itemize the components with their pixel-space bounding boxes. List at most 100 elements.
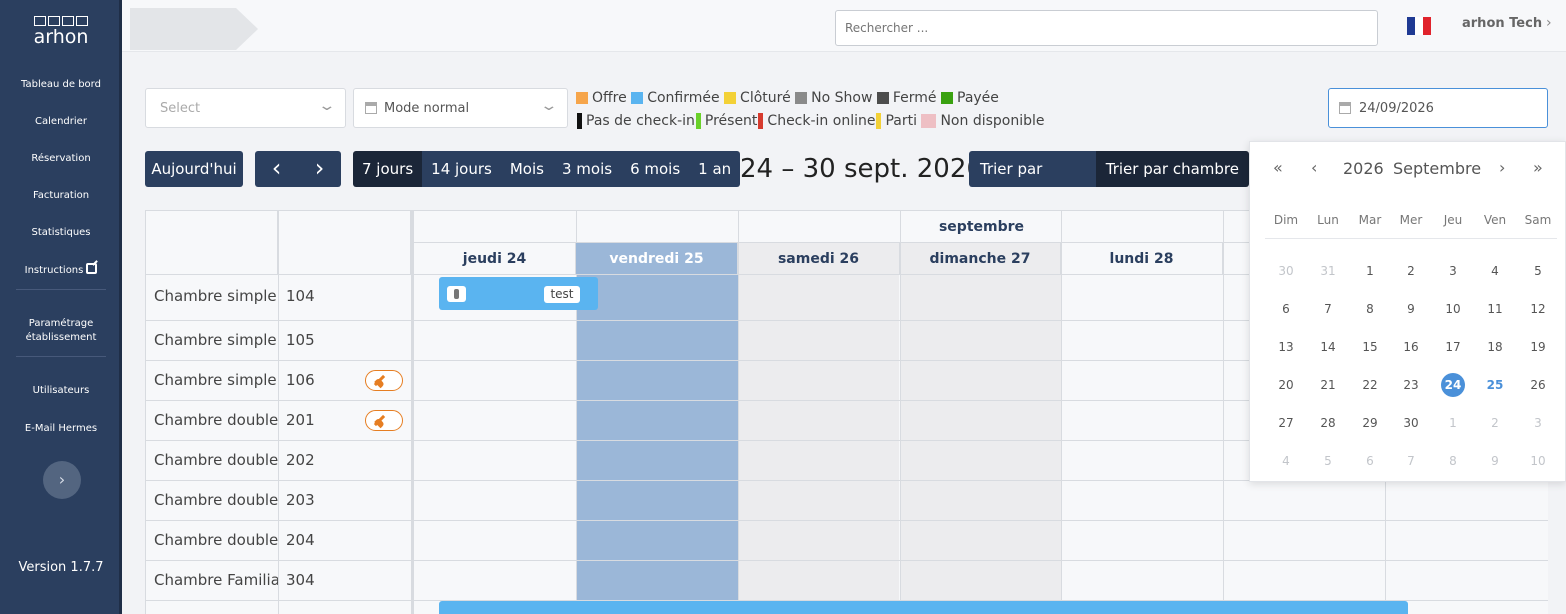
mode-select[interactable]: Mode normal ⌄ [353,88,568,128]
cleaning-broom-icon[interactable] [365,410,403,431]
chevron-down-icon: ⌄ [539,98,559,114]
sidebar-item-calendrier[interactable]: Calendrier [0,115,122,129]
datepicker-day[interactable]: 18 [1483,335,1507,359]
legend-label: Parti [885,113,917,129]
datepicker-day[interactable]: 2 [1483,411,1507,435]
datepicker-day[interactable]: 10 [1526,449,1550,473]
datepicker-year[interactable]: 2026 [1343,159,1384,178]
next-year-button[interactable]: » [1533,158,1543,177]
datepicker-day[interactable]: 3 [1441,259,1465,283]
datepicker-day[interactable]: 5 [1316,449,1340,473]
table-row[interactable]: Chambre double 203 [146,481,1548,521]
table-row[interactable]: Chambre double 204 [146,521,1548,561]
legend-label: Fermé [892,90,937,106]
confirmee-swatch-icon [631,92,644,104]
datepicker-day[interactable]: 30 [1399,411,1423,435]
datepicker-day[interactable]: 4 [1274,449,1298,473]
datepicker-day[interactable]: 17 [1441,335,1465,359]
period-1-an[interactable]: 1 an [689,151,741,187]
datepicker-day[interactable]: 30 [1274,259,1298,283]
period-3-mois[interactable]: 3 mois [552,151,622,187]
cleaning-broom-icon[interactable] [365,370,403,391]
datepicker-day[interactable]: 14 [1316,335,1340,359]
datepicker-day[interactable]: 7 [1399,449,1423,473]
datepicker-day[interactable]: 1 [1358,259,1382,283]
booking-bar[interactable] [439,601,1408,614]
datepicker-day[interactable]: 23 [1399,373,1423,397]
datepicker-day[interactable]: 7 [1316,297,1340,321]
datepicker-day[interactable]: 15 [1358,335,1382,359]
datepicker-day[interactable]: 25 [1483,373,1507,397]
day-header-today: vendredi 25 [576,243,738,275]
datepicker-day[interactable]: 24 [1441,373,1465,397]
datepicker-day[interactable]: 16 [1399,335,1423,359]
period-14-jours[interactable]: 14 jours [422,151,501,187]
datepicker-day[interactable]: 19 [1526,335,1550,359]
chevron-right-icon[interactable]: › [1546,15,1552,31]
datepicker-day[interactable]: 9 [1399,297,1423,321]
sidebar-expand-button[interactable]: › [43,461,81,499]
legend-label: Présent [704,113,758,129]
datepicker-day[interactable]: 13 [1274,335,1298,359]
weekday-label: Ven [1483,213,1507,227]
booking-bar[interactable]: test [439,277,598,310]
french-flag-icon[interactable] [1407,17,1431,35]
datepicker-day[interactable]: 22 [1358,373,1382,397]
datepicker-day[interactable]: 28 [1316,411,1340,435]
datepicker-day[interactable]: 8 [1441,449,1465,473]
sidebar-item-parametrage[interactable]: Paramétrage établissement [0,317,122,345]
room-category: Chambre simple [154,371,277,389]
person-icon [876,113,882,129]
weekday-label: Lun [1317,213,1339,227]
today-button[interactable]: Aujourd'hui [145,151,243,187]
datepicker-day[interactable]: 1 [1441,411,1465,435]
datepicker-day[interactable]: 10 [1441,297,1465,321]
datepicker-day[interactable]: 29 [1358,411,1382,435]
datepicker-day[interactable]: 5 [1526,259,1550,283]
arhon-logo[interactable]: arhon [30,16,92,47]
datepicker-day[interactable]: 9 [1483,449,1507,473]
sidebar-item-utilisateurs[interactable]: Utilisateurs [0,384,122,398]
day-header: samedi 26 [738,243,900,275]
search-input[interactable] [835,10,1378,46]
datepicker-day[interactable]: 12 [1526,297,1550,321]
date-input-value: 24/09/2026 [1359,101,1434,116]
sidebar-item-instructions[interactable]: Instructions [0,263,122,278]
user-menu[interactable]: arhon Tech [1462,16,1542,31]
datepicker-day[interactable]: 3 [1526,411,1550,435]
table-row[interactable]: Chambre Familiale 304 [146,561,1548,601]
sidebar-item-facturation[interactable]: Facturation [0,189,122,203]
datepicker-day[interactable]: 4 [1483,259,1507,283]
prev-button[interactable]: ‹ [255,151,298,187]
period-mois[interactable]: Mois [500,151,553,187]
next-month-button[interactable]: › [1499,158,1505,177]
datepicker-month[interactable]: Septembre [1393,159,1481,178]
datepicker-day[interactable]: 2 [1399,259,1423,283]
prev-month-button[interactable]: ‹ [1311,158,1317,177]
sidebar-item-tableau-de-bord[interactable]: Tableau de bord [0,78,122,92]
datepicker-day[interactable]: 20 [1274,373,1298,397]
datepicker-day[interactable]: 31 [1316,259,1340,283]
datepicker-day[interactable]: 6 [1358,449,1382,473]
datepicker-day[interactable]: 11 [1483,297,1507,321]
datepicker-day[interactable]: 8 [1358,297,1382,321]
datepicker-day[interactable]: 6 [1274,297,1298,321]
sort-category-button[interactable]: Trier par catégorie [969,151,1096,187]
sidebar-item-reservation[interactable]: Réservation [0,152,122,166]
datepicker-day[interactable]: 27 [1274,411,1298,435]
legend-label: Check-in online [767,113,876,129]
next-button[interactable]: › [298,151,341,187]
period-6-mois[interactable]: 6 mois [621,151,690,187]
room-category: Chambre double [154,411,278,429]
ferme-swatch-icon [876,92,889,104]
sidebar-item-email-hermes[interactable]: E-Mail Hermes [0,422,122,436]
sidebar-item-statistiques[interactable]: Statistiques [0,226,122,240]
period-7-jours[interactable]: 7 jours [353,151,423,187]
room-number: 202 [286,451,315,469]
prev-year-button[interactable]: « [1273,158,1283,177]
filter-select[interactable]: Select ⌄ [145,88,346,128]
sort-room-button[interactable]: Trier par chambre [1095,151,1249,187]
datepicker-day[interactable]: 26 [1526,373,1550,397]
datepicker-day[interactable]: 21 [1316,373,1340,397]
date-input[interactable]: 24/09/2026 [1328,88,1548,128]
